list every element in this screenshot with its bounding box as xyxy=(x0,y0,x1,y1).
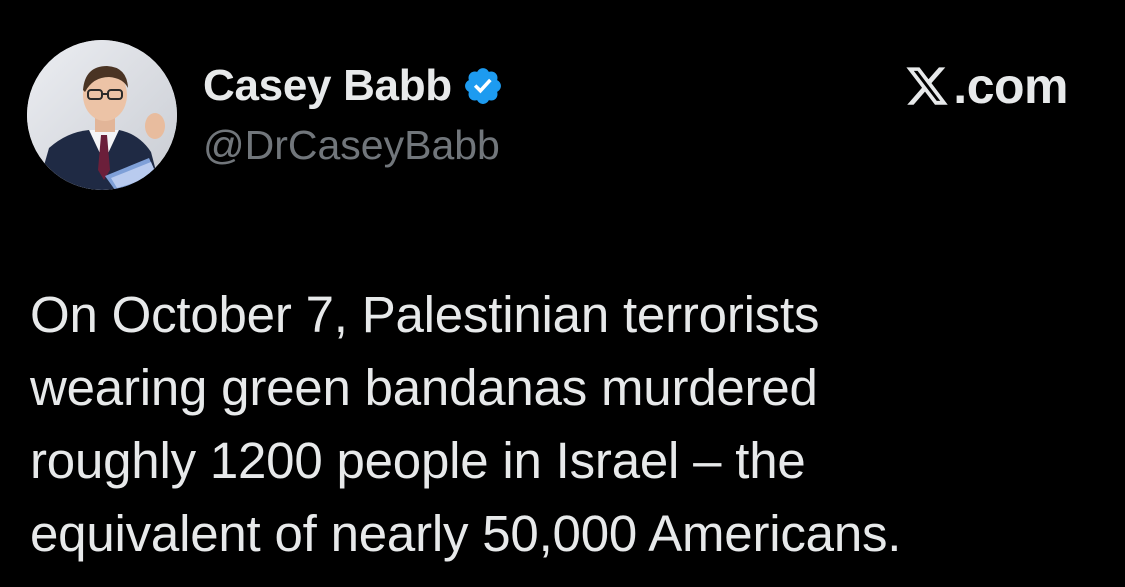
author-name-row: Casey Babb xyxy=(203,58,504,114)
post-card: Casey Babb @DrCaseyBabb .com On October … xyxy=(0,0,1125,587)
display-name[interactable]: Casey Babb xyxy=(203,61,452,111)
post-text-line: On October 7, Palestinian terrorists xyxy=(30,286,820,343)
post-text-line: wearing green bandanas murdered xyxy=(30,359,818,416)
post-text-line: roughly 1200 people in Israel – the xyxy=(30,432,806,489)
x-logo-icon xyxy=(903,63,951,109)
post-text: On October 7, Palestinian terrorists wea… xyxy=(30,278,1100,570)
verified-badge-icon xyxy=(462,65,504,107)
avatar[interactable] xyxy=(27,40,177,190)
brand-logo: .com xyxy=(903,58,1068,114)
author-handle[interactable]: @DrCaseyBabb xyxy=(203,122,500,169)
avatar-photo xyxy=(27,40,177,190)
post-text-line: equivalent of nearly 50,000 Americans. xyxy=(30,505,902,562)
brand-suffix: .com xyxy=(953,58,1068,114)
